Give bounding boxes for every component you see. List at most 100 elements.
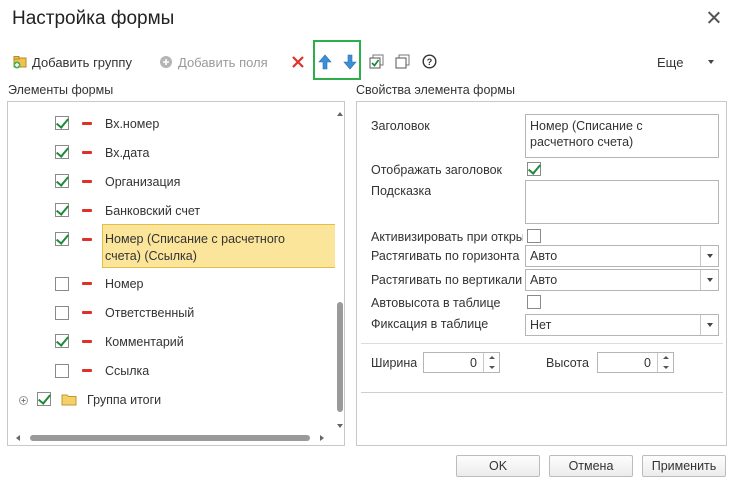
width-input[interactable]: 0 (423, 352, 500, 373)
check-all-icon[interactable] (369, 54, 385, 73)
window-title: Настройка формы (12, 8, 175, 29)
tree-item[interactable]: Вх.дата (8, 139, 334, 167)
form-elements-tree[interactable]: Вх.номер Вх.дата Организация Банковский … (7, 101, 345, 446)
scroll-left-icon[interactable] (16, 435, 20, 441)
field-icon (82, 180, 92, 183)
field-icon (82, 282, 92, 285)
height-input[interactable]: 0 (597, 352, 674, 373)
help-icon[interactable]: ? (422, 54, 437, 72)
height-label: Высота (546, 356, 589, 370)
tree-item[interactable]: Организация (8, 168, 334, 196)
scroll-down-icon[interactable] (337, 424, 343, 428)
width-value: 0 (470, 356, 477, 370)
tree-item-label: Комментарий (105, 335, 184, 349)
uncheck-all-icon[interactable] (395, 54, 411, 73)
item-checkbox[interactable] (37, 392, 51, 406)
chevron-down-icon[interactable] (700, 246, 718, 266)
fix-in-table-select[interactable]: Нет (525, 314, 719, 336)
divider (361, 343, 723, 344)
header-input-line2: расчетного счета) (530, 135, 634, 149)
height-value: 0 (644, 356, 651, 370)
tree-item[interactable]: Ссылка (8, 357, 334, 385)
more-chevron-down-icon[interactable] (708, 60, 714, 64)
horizontal-scroll-thumb[interactable] (30, 435, 310, 441)
field-icon (82, 238, 92, 241)
tree-item-label-line2: счета) (Ссылка) (105, 249, 197, 263)
more-button[interactable]: Еще (657, 55, 683, 70)
left-panel-title: Элементы формы (8, 83, 114, 97)
tree-item[interactable]: Банковский счет (8, 197, 334, 225)
right-panel-title: Свойства элемента формы (356, 83, 515, 97)
move-down-icon[interactable] (343, 54, 357, 73)
delete-icon[interactable] (291, 55, 305, 72)
activate-checkbox[interactable] (527, 229, 541, 243)
apply-button[interactable]: Применить (642, 455, 726, 477)
height-spinner[interactable] (657, 353, 673, 372)
activate-label: Активизировать при откры (371, 230, 523, 244)
tree-item-label: Вх.номер (105, 117, 160, 131)
width-spinner[interactable] (483, 353, 499, 372)
chevron-down-icon[interactable] (700, 315, 718, 335)
stretch-vertical-value: Авто (530, 273, 558, 287)
tree-item-group[interactable]: Группа итоги (8, 386, 334, 414)
header-input-line1: Номер (Списание с (530, 119, 643, 133)
tree-item[interactable]: Ответственный (8, 299, 334, 327)
stretch-vertical-label: Растягивать по вертикали (371, 273, 523, 287)
field-icon (82, 122, 92, 125)
item-checkbox[interactable] (55, 116, 69, 130)
hint-input[interactable] (525, 180, 719, 224)
tree-item[interactable]: Номер (8, 270, 334, 298)
stretch-vertical-select[interactable]: Авто (525, 269, 719, 291)
add-fields-icon (158, 54, 174, 70)
tree-item-label: Ссылка (105, 364, 150, 378)
autoheight-checkbox[interactable] (527, 295, 541, 309)
hint-label: Подсказка (371, 184, 432, 198)
tree-item[interactable]: Комментарий (8, 328, 334, 356)
field-icon (82, 311, 92, 314)
expand-plus-icon[interactable] (19, 394, 28, 408)
divider (361, 392, 723, 393)
tree-item-label: Номер (105, 277, 144, 291)
header-input[interactable]: Номер (Списание с расчетного счета) (525, 114, 719, 158)
scroll-up-icon[interactable] (337, 112, 343, 116)
tree-item[interactable]: Вх.номер (8, 110, 334, 138)
item-checkbox[interactable] (55, 334, 69, 348)
svg-text:?: ? (427, 57, 433, 67)
fix-in-table-value: Нет (530, 318, 552, 332)
width-label: Ширина (371, 356, 418, 370)
chevron-down-icon[interactable] (700, 270, 718, 290)
tree-item-label: Вх.дата (105, 146, 150, 160)
item-checkbox[interactable] (55, 232, 69, 246)
header-label: Заголовок (371, 119, 430, 133)
folder-icon (61, 392, 77, 409)
vertical-scroll-thumb[interactable] (337, 302, 343, 412)
add-fields-button[interactable]: Добавить поля (158, 53, 268, 71)
tree-item-selected[interactable]: Номер (Списание с расчетного счета) (Ссы… (8, 226, 334, 270)
stretch-horizontal-value: Авто (530, 249, 558, 263)
add-group-label: Добавить группу (32, 54, 132, 70)
item-checkbox[interactable] (55, 203, 69, 217)
cancel-button[interactable]: Отмена (549, 455, 633, 477)
close-icon[interactable] (706, 10, 722, 26)
add-group-button[interactable]: Добавить группу (12, 53, 132, 71)
tree-item-label: Банковский счет (105, 204, 201, 218)
fix-in-table-label: Фиксация в таблице (371, 317, 489, 331)
item-checkbox[interactable] (55, 306, 69, 320)
ok-button[interactable]: OK (456, 455, 540, 477)
item-checkbox[interactable] (55, 145, 69, 159)
stretch-horizontal-label: Растягивать по горизонта (371, 249, 520, 263)
tree-item-label: Организация (105, 175, 181, 189)
tree-item-label: Группа итоги (87, 393, 162, 407)
show-header-checkbox[interactable] (527, 162, 541, 176)
scroll-right-icon[interactable] (320, 435, 324, 441)
element-properties-panel: Заголовок Номер (Списание с расчетного с… (356, 101, 727, 446)
add-fields-label: Добавить поля (178, 54, 268, 70)
item-checkbox[interactable] (55, 364, 69, 378)
move-up-icon[interactable] (318, 54, 332, 73)
stretch-horizontal-select[interactable]: Авто (525, 245, 719, 267)
tree-item-label: Ответственный (105, 306, 195, 320)
field-icon (82, 151, 92, 154)
item-checkbox[interactable] (55, 277, 69, 291)
show-header-label: Отображать заголовок (371, 163, 503, 177)
item-checkbox[interactable] (55, 174, 69, 188)
